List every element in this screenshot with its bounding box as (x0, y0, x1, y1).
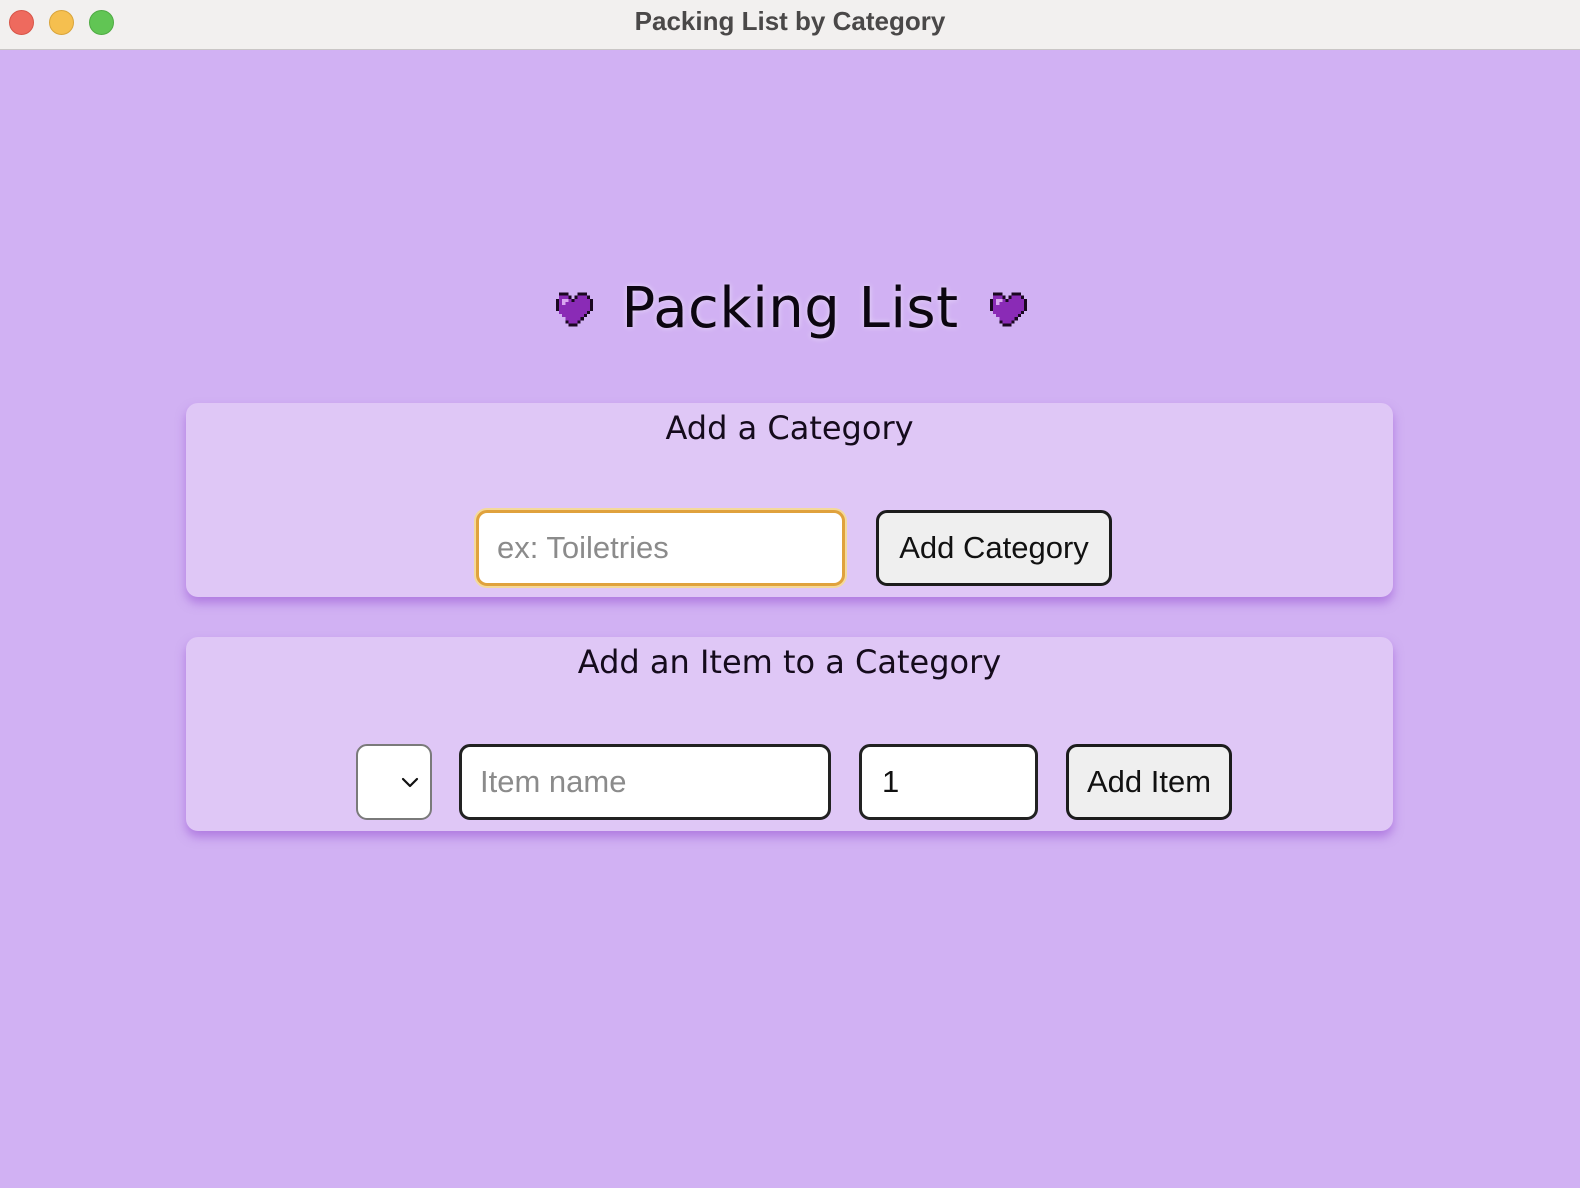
window-titlebar: Packing List by Category (0, 0, 1580, 50)
add-category-button[interactable]: Add Category (876, 510, 1112, 586)
category-name-input[interactable] (476, 510, 845, 586)
purple-heart-icon (556, 292, 594, 327)
chevron-down-icon (401, 777, 419, 788)
add-item-button[interactable]: Add Item (1066, 744, 1232, 820)
item-quantity-input[interactable] (859, 744, 1038, 820)
item-name-input[interactable] (459, 744, 831, 820)
page-title: Packing List (621, 275, 959, 341)
category-select[interactable] (356, 744, 432, 820)
add-item-card: Add an Item to a Category Add Item (186, 637, 1393, 831)
purple-heart-icon (989, 292, 1027, 327)
add-category-title: Add a Category (665, 409, 914, 447)
window-title: Packing List by Category (634, 6, 946, 36)
add-category-card: Add a Category Add Category (186, 403, 1393, 597)
page-header: Packing List (0, 268, 1580, 348)
add-item-title: Add an Item to a Category (577, 643, 1002, 681)
